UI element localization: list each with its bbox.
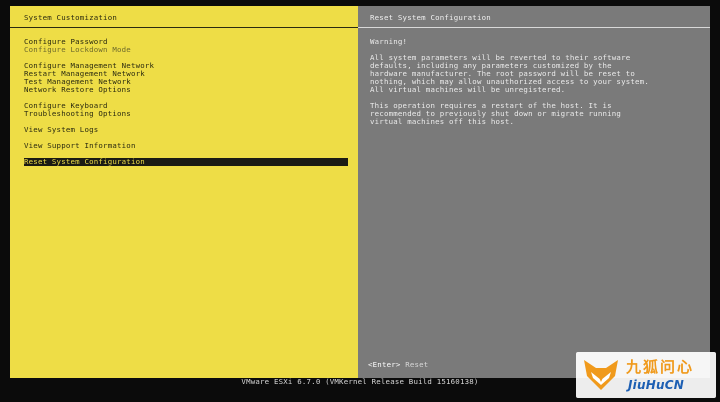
fox-icon bbox=[584, 360, 618, 390]
customization-menu: Configure Password Configure Lockdown Mo… bbox=[24, 38, 348, 166]
warning-heading: Warning! bbox=[370, 37, 408, 46]
menu-item-reset-system-configuration[interactable]: Reset System Configuration bbox=[24, 158, 348, 166]
reset-configuration-panel: Reset System Configuration Warning! All … bbox=[358, 6, 710, 378]
enter-key-label: <Enter> bbox=[368, 360, 401, 369]
menu-item-troubleshooting-options[interactable]: Troubleshooting Options bbox=[24, 110, 348, 118]
enter-reset-action[interactable]: <Enter> Reset bbox=[368, 361, 428, 369]
reset-description: Warning! All system parameters will be r… bbox=[370, 38, 700, 126]
watermark-latin-text: JiuHuCN bbox=[628, 378, 684, 392]
menu-item-network-restore-options[interactable]: Network Restore Options bbox=[24, 86, 348, 94]
reset-action-label: Reset bbox=[405, 360, 429, 369]
left-panel-title: System Customization bbox=[24, 13, 117, 22]
watermark: 九狐问心 JiuHuCN bbox=[576, 352, 716, 398]
left-title-divider bbox=[10, 27, 358, 28]
system-customization-panel: System Customization Configure Password … bbox=[10, 6, 358, 378]
warning-paragraph-2: This operation requires a restart of the… bbox=[370, 101, 622, 126]
right-title-divider bbox=[358, 27, 710, 28]
warning-paragraph-1: All system parameters will be reverted t… bbox=[370, 53, 649, 94]
menu-item-view-system-logs[interactable]: View System Logs bbox=[24, 126, 348, 134]
menu-item-configure-lockdown-mode[interactable]: Configure Lockdown Mode bbox=[24, 46, 348, 54]
right-panel-title: Reset System Configuration bbox=[370, 13, 491, 22]
watermark-chinese-text: 九狐问心 bbox=[626, 358, 695, 376]
menu-item-view-support-information[interactable]: View Support Information bbox=[24, 142, 348, 150]
dcui-screen: System Customization Configure Password … bbox=[10, 6, 710, 378]
